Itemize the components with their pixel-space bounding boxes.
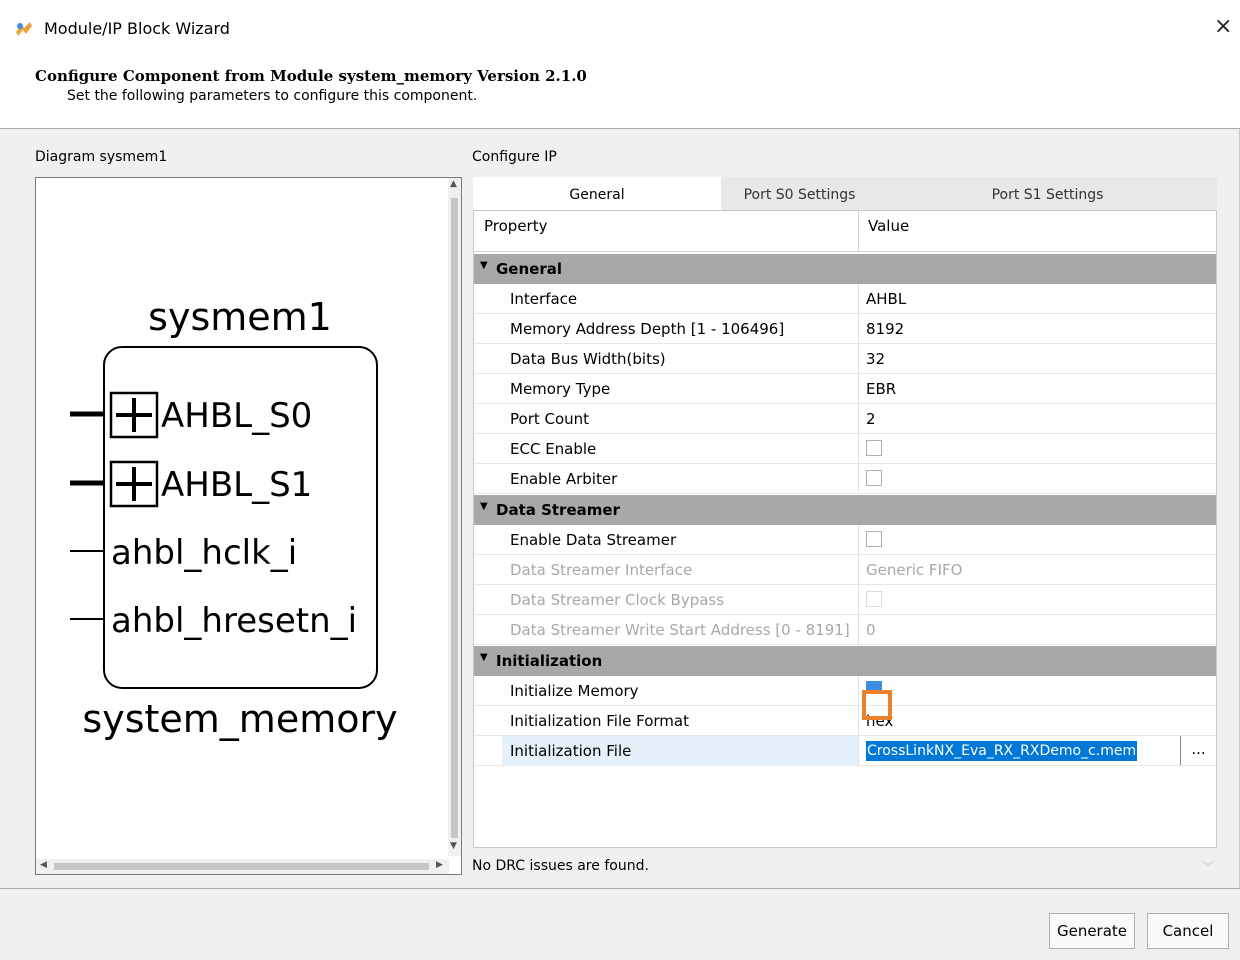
diagram-module-name: system_memory [82, 697, 397, 741]
title-bar: Module/IP Block Wizard × [0, 0, 1240, 58]
section-general[interactable]: ▼ General [474, 254, 1216, 284]
property-name: Initialization File Format [510, 712, 689, 730]
property-name: Initialize Memory [510, 682, 639, 700]
property-row-selected[interactable]: Initialization File CrossLinkNX_Eva_RX_R… [474, 736, 1216, 766]
header-title: Configure Component from Module system_m… [35, 67, 587, 85]
diagram-canvas: sysmem1 AHBL_S0 AHBL_S1 ahbl_hclk_i ahbl… [70, 295, 398, 741]
property-row[interactable]: Interface AHBL [474, 284, 1216, 314]
property-row[interactable]: Initialization File Format hex [474, 706, 1216, 736]
section-label: Data Streamer [496, 501, 620, 519]
header-subtitle: Set the following parameters to configur… [67, 88, 478, 104]
section-label: Initialization [496, 652, 603, 670]
property-value[interactable]: 32 [866, 350, 885, 368]
grid-header: Property Value [474, 211, 1216, 252]
port-label: AHBL_S1 [161, 465, 312, 505]
tab-general[interactable]: General [473, 177, 721, 210]
collapse-icon[interactable]: ▼ [480, 501, 488, 512]
property-name: Enable Data Streamer [510, 531, 677, 549]
wizard-header: Configure Component from Module system_m… [0, 58, 1240, 129]
property-value[interactable]: EBR [866, 380, 896, 398]
wizard-window: Module/IP Block Wizard × Configure Compo… [0, 0, 1240, 960]
tab-port-s0-settings[interactable]: Port S0 Settings [721, 177, 878, 210]
property-name: ECC Enable [510, 440, 597, 458]
property-name: Enable Arbiter [510, 470, 618, 488]
port-label: AHBL_S0 [161, 396, 312, 436]
property-value[interactable]: 2 [866, 410, 876, 428]
property-row[interactable]: Memory Address Depth [1 - 106496] 8192 [474, 314, 1216, 344]
property-value[interactable]: AHBL [866, 290, 906, 308]
scroll-thumb[interactable] [451, 198, 458, 838]
property-row[interactable]: Initialize Memory [474, 676, 1216, 706]
highlight-callout [862, 690, 892, 720]
property-name: Interface [510, 290, 578, 308]
property-name: Data Streamer Clock Bypass [510, 591, 725, 609]
clock-bypass-checkbox [866, 591, 882, 607]
property-row[interactable]: Enable Data Streamer [474, 525, 1216, 555]
collapse-icon[interactable]: ▼ [480, 652, 488, 663]
scroll-thumb[interactable] [54, 863, 429, 870]
configure-tabs: General Port S0 Settings Port S1 Setting… [473, 177, 1217, 210]
column-header-value: Value [868, 217, 910, 235]
property-name: Memory Type [510, 380, 611, 398]
property-row[interactable]: ECC Enable [474, 434, 1216, 464]
wizard-app-icon [16, 22, 32, 36]
property-name: Initialization File [510, 742, 632, 760]
property-value: Generic FIFO [866, 561, 963, 579]
scroll-right-icon[interactable]: ▶ [436, 860, 443, 870]
ecc-enable-checkbox[interactable] [866, 440, 882, 456]
property-name: Memory Address Depth [1 - 106496] [510, 320, 785, 338]
property-row: Data Streamer Interface Generic FIFO [474, 555, 1216, 585]
property-value: 0 [866, 621, 876, 639]
diagram-instance-name: sysmem1 [148, 295, 332, 339]
drc-status: No DRC issues are found. [472, 858, 649, 874]
diagram-horizontal-scrollbar[interactable]: ◀ ▶ [36, 859, 449, 874]
scroll-down-icon[interactable]: ▼ [450, 842, 457, 851]
section-initialization[interactable]: ▼ Initialization [474, 646, 1216, 676]
window-title: Module/IP Block Wizard [44, 19, 230, 38]
close-icon[interactable]: × [1214, 16, 1232, 38]
scroll-left-icon[interactable]: ◀ [40, 860, 47, 870]
property-grid: Property Value ▼ General Interface AHBL … [473, 210, 1217, 848]
generate-button[interactable]: Generate [1049, 913, 1135, 949]
property-row[interactable]: Enable Arbiter [474, 464, 1216, 494]
cancel-button[interactable]: Cancel [1147, 913, 1229, 949]
property-row[interactable]: Port Count 2 [474, 404, 1216, 434]
scroll-up-icon[interactable]: ▲ [450, 180, 457, 189]
property-name: Data Streamer Interface [510, 561, 693, 579]
collapse-icon[interactable]: ▼ [480, 260, 488, 271]
port-label: ahbl_hresetn_i [111, 601, 357, 641]
section-label: General [496, 260, 562, 278]
chevron-down-icon[interactable]: ﹀ [1202, 858, 1214, 875]
property-row: Data Streamer Write Start Address [0 - 8… [474, 615, 1216, 645]
property-name: Data Bus Width(bits) [510, 350, 666, 368]
configure-ip-label: Configure IP [472, 149, 557, 165]
enable-data-streamer-checkbox[interactable] [866, 531, 882, 547]
diagram-vertical-scrollbar[interactable]: ▲ ▼ [448, 178, 461, 856]
tab-port-s1-settings[interactable]: Port S1 Settings [878, 177, 1217, 210]
property-name: Port Count [510, 410, 590, 428]
section-data-streamer[interactable]: ▼ Data Streamer [474, 495, 1216, 525]
initialization-file-input[interactable]: CrossLinkNX_Eva_RX_RXDemo_c.mem [866, 741, 1138, 761]
property-row: Data Streamer Clock Bypass [474, 585, 1216, 615]
property-name: Data Streamer Write Start Address [0 - 8… [510, 621, 850, 639]
port-label: ahbl_hclk_i [111, 533, 297, 573]
property-value[interactable]: 8192 [866, 320, 904, 338]
property-row[interactable]: Data Bus Width(bits) 32 [474, 344, 1216, 374]
diagram-label: Diagram sysmem1 [35, 149, 168, 165]
column-header-property: Property [484, 217, 548, 235]
property-row[interactable]: Memory Type EBR [474, 374, 1216, 404]
browse-button[interactable]: ... [1180, 736, 1216, 766]
enable-arbiter-checkbox[interactable] [866, 470, 882, 486]
column-divider [858, 211, 859, 251]
